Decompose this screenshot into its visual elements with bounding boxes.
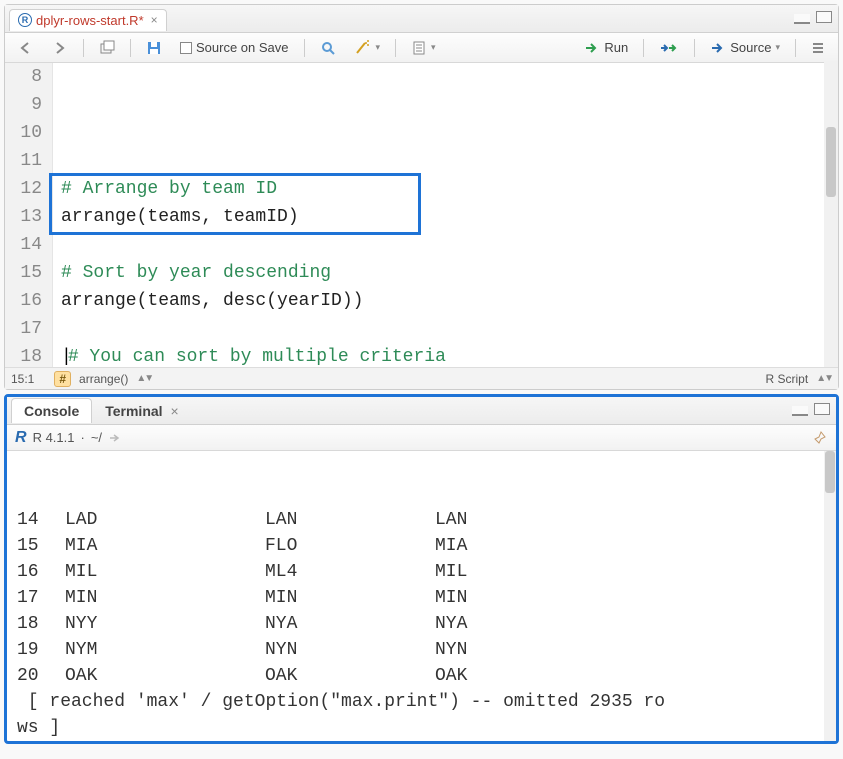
rerun-button[interactable] [652, 37, 686, 59]
code-line[interactable]: |# You can sort by multiple criteria [61, 343, 830, 367]
section-indicator-label[interactable]: arrange() [79, 372, 128, 386]
code-line[interactable] [61, 315, 830, 343]
file-tab[interactable]: R dplyr-rows-start.R* × [9, 9, 167, 31]
console-tabs: Console Terminal × [7, 397, 836, 425]
clear-console-icon[interactable] [812, 430, 828, 446]
console-row: 17MINMINMIN [17, 585, 826, 611]
editor-toolbar: Source on Save ▾ ▾ Run Source ▾ [5, 33, 838, 63]
cursor-position: 15:1 [11, 372, 34, 386]
source-pane: R dplyr-rows-start.R* × Source on Save [4, 4, 839, 390]
checkbox-icon [180, 42, 192, 54]
r-version: R 4.1.1 [33, 430, 75, 445]
code-line[interactable] [61, 231, 830, 259]
find-button[interactable] [313, 36, 343, 60]
code-line[interactable]: arrange(teams, desc(yearID)) [61, 287, 830, 315]
tab-console[interactable]: Console [11, 398, 92, 423]
close-icon[interactable]: × [170, 403, 178, 419]
separator [304, 39, 305, 57]
console-row: 15MIAFLOMIA [17, 533, 826, 559]
source-button[interactable]: Source ▾ [703, 36, 787, 59]
nav-back-button[interactable] [11, 37, 41, 59]
pane-window-controls [794, 10, 832, 24]
share-icon[interactable] [108, 432, 122, 444]
language-mode[interactable]: R Script [766, 372, 809, 386]
separator [83, 39, 84, 57]
console-info-bar: R R 4.1.1 · ~/ [7, 425, 836, 451]
code-editor[interactable]: 89101112131415161718 # Arrange by team I… [5, 63, 838, 367]
console-message: ws ] [17, 715, 826, 741]
updown-icon[interactable]: ▲▼ [816, 373, 832, 384]
run-button[interactable]: Run [577, 36, 635, 59]
separator [395, 39, 396, 57]
separator [694, 39, 695, 57]
save-button[interactable] [139, 36, 169, 60]
tab-console-label: Console [24, 403, 79, 419]
console-row: 14LADLANLAN [17, 507, 826, 533]
code-area[interactable]: # Arrange by team IDarrange(teams, teamI… [53, 63, 838, 367]
tab-terminal-label: Terminal [105, 403, 162, 419]
r-file-icon: R [18, 13, 32, 27]
separator [795, 39, 796, 57]
console-row: 19NYMNYNNYN [17, 637, 826, 663]
maximize-button[interactable] [816, 11, 832, 23]
source-on-save-toggle[interactable]: Source on Save [173, 36, 296, 59]
console-scrollbar[interactable] [824, 451, 836, 741]
file-tab-label: dplyr-rows-start.R* [36, 13, 144, 28]
console-output[interactable]: 14LADLANLAN15MIAFLOMIA16MILML4MIL17MINMI… [7, 451, 836, 741]
editor-scrollbar[interactable] [824, 61, 838, 367]
dot-separator: · [80, 430, 84, 445]
code-line[interactable]: arrange(teams, teamID) [61, 203, 830, 231]
source-on-save-label: Source on Save [196, 40, 289, 55]
pane-window-controls [792, 402, 830, 416]
run-label: Run [604, 40, 628, 55]
minimize-button[interactable] [792, 406, 808, 416]
show-in-new-window-button[interactable] [92, 36, 122, 60]
section-indicator-icon: # [54, 371, 71, 387]
minimize-button[interactable] [794, 14, 810, 24]
maximize-button[interactable] [814, 403, 830, 415]
compile-report-button[interactable]: ▾ [404, 36, 443, 60]
code-line[interactable]: # Sort by year descending [61, 259, 830, 287]
editor-statusbar: 15:1 # arrange() ▲▼ R Script ▲▼ [5, 367, 838, 389]
console-pane: Console Terminal × R R 4.1.1 · ~/ 14LADL… [4, 394, 839, 744]
tab-terminal[interactable]: Terminal × [92, 398, 191, 423]
outline-button[interactable] [804, 37, 832, 59]
nav-forward-button[interactable] [45, 37, 75, 59]
close-icon[interactable]: × [151, 13, 158, 27]
code-line[interactable]: # Arrange by team ID [61, 175, 830, 203]
code-line[interactable] [61, 147, 830, 175]
console-row: 20OAKOAKOAK [17, 663, 826, 689]
line-gutter: 89101112131415161718 [5, 63, 53, 367]
working-directory[interactable]: ~/ [91, 430, 102, 445]
r-logo-icon: R [15, 429, 27, 447]
console-message: [ reached 'max' / getOption("max.print")… [17, 689, 826, 715]
updown-icon[interactable]: ▲▼ [136, 373, 152, 384]
console-row: 16MILML4MIL [17, 559, 826, 585]
source-label: Source [730, 40, 771, 55]
code-tools-button[interactable]: ▾ [347, 36, 388, 60]
editor-tabs: R dplyr-rows-start.R* × [5, 5, 838, 33]
separator [130, 39, 131, 57]
separator [643, 39, 644, 57]
console-row: 18NYYNYANYA [17, 611, 826, 637]
